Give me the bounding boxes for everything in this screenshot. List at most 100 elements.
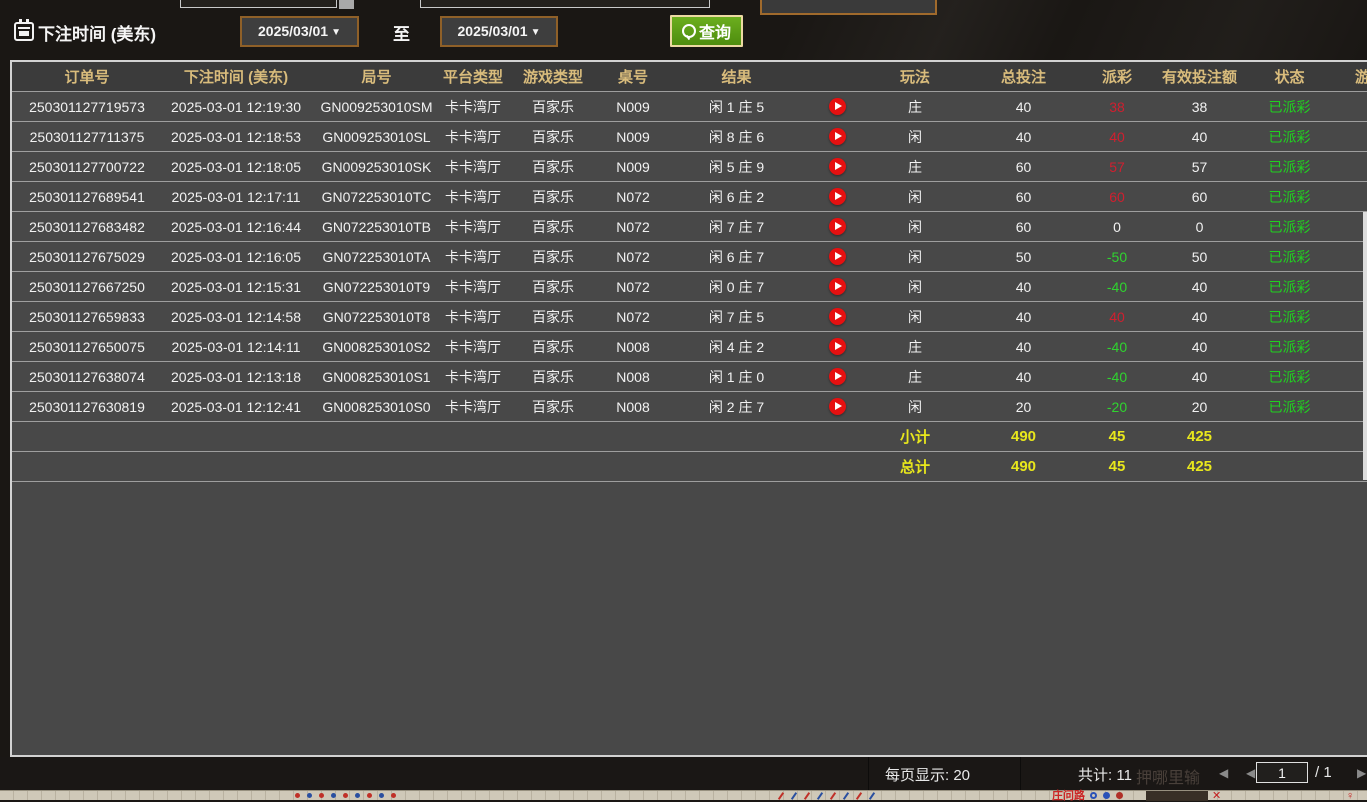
replay-icon[interactable] (829, 128, 846, 145)
next-page-icon[interactable]: ▶ (1357, 766, 1366, 780)
cell-result: 闲 7 庄 7 (663, 212, 810, 242)
ghost-background-text: 押哪里输 (1136, 764, 1200, 788)
cell-playtype: 庄 (865, 92, 965, 122)
cell-status: 已派彩 (1247, 272, 1332, 302)
cell-game-type: 百家乐 (503, 332, 603, 362)
cell-total-bet: 40 (965, 122, 1082, 152)
table-row: 250301127683482 2025-03-01 12:16:44 GN07… (12, 212, 1367, 242)
cell-playtype: 庄 (865, 152, 965, 182)
replay-icon[interactable] (829, 158, 846, 175)
table-row: 250301127689541 2025-03-01 12:17:11 GN07… (12, 182, 1367, 212)
col-header-replay (810, 62, 865, 92)
cell-result: 闲 1 庄 5 (663, 92, 810, 122)
page-size-label: 每页显示: 20 (885, 764, 970, 785)
cell-platform: 卡卡湾厅 (443, 362, 503, 392)
cell-total-bet: 60 (965, 212, 1082, 242)
replay-icon[interactable] (829, 308, 846, 325)
replay-icon[interactable] (829, 248, 846, 265)
cell-platform: 卡卡湾厅 (443, 332, 503, 362)
cell-time: 2025-03-01 12:16:05 (162, 242, 310, 272)
cell-result: 闲 4 庄 2 (663, 332, 810, 362)
cell-payout: -40 (1082, 362, 1152, 392)
cell-platform: 卡卡湾厅 (443, 242, 503, 272)
cell-total-bet: 20 (965, 392, 1082, 422)
cell-result: 闲 8 庄 6 (663, 122, 810, 152)
cell-result: 闲 0 庄 7 (663, 272, 810, 302)
roadmap-circle-icon (1090, 792, 1097, 799)
total-total-bet: 490 (965, 452, 1082, 482)
cell-replay (810, 92, 865, 122)
cell-valid-bet: 40 (1152, 302, 1247, 332)
cell-game: - (1332, 362, 1367, 392)
cell-valid-bet: 57 (1152, 152, 1247, 182)
cell-game-no: GN008253010S1 (310, 362, 443, 392)
cell-replay (810, 212, 865, 242)
top-cutoff-button[interactable] (339, 0, 354, 9)
cell-playtype: 庄 (865, 362, 965, 392)
cell-game: - (1332, 272, 1367, 302)
cell-order: 250301127711375 (12, 122, 162, 152)
cell-game: - (1332, 92, 1367, 122)
cell-replay (810, 122, 865, 152)
cell-status: 已派彩 (1247, 212, 1332, 242)
table-header-row: 订单号 下注时间 (美东) 局号 平台类型 游戏类型 桌号 结果 玩法 总投注 … (12, 62, 1367, 92)
roadmap-circle-icon (1116, 792, 1123, 799)
replay-icon[interactable] (829, 218, 846, 235)
cell-valid-bet: 40 (1152, 362, 1247, 392)
cell-order: 250301127659833 (12, 302, 162, 332)
col-header-result: 结果 (663, 62, 810, 92)
cell-playtype: 闲 (865, 392, 965, 422)
cell-game-type: 百家乐 (503, 212, 603, 242)
page-number-input[interactable] (1256, 762, 1308, 783)
date-from-dropdown[interactable]: 2025/03/01▼ (240, 16, 359, 47)
prev-page-icon[interactable]: ◀ (1246, 766, 1255, 780)
replay-icon[interactable] (829, 338, 846, 355)
subtotal-row: 小计 490 45 425 (12, 422, 1367, 452)
date-to-dropdown[interactable]: 2025/03/01▼ (440, 16, 558, 47)
pagination-bar: 每页显示: 20 共计: 11 押哪里输 ◀ ◀ / 1 ▶ (0, 757, 1367, 790)
cell-game: - (1332, 152, 1367, 182)
records-table: 订单号 下注时间 (美东) 局号 平台类型 游戏类型 桌号 结果 玩法 总投注 … (12, 62, 1367, 482)
cell-replay (810, 182, 865, 212)
table-row: 250301127675029 2025-03-01 12:16:05 GN07… (12, 242, 1367, 272)
cell-time: 2025-03-01 12:14:11 (162, 332, 310, 362)
search-icon (682, 24, 696, 38)
total-valid-bet: 425 (1152, 452, 1247, 482)
cell-status: 已派彩 (1247, 122, 1332, 152)
cell-payout: -40 (1082, 272, 1152, 302)
table-row: 250301127711375 2025-03-01 12:18:53 GN00… (12, 122, 1367, 152)
query-button[interactable]: 查询 (670, 15, 743, 47)
total-row: 总计 490 45 425 (12, 452, 1367, 482)
cell-table-no: N009 (603, 152, 663, 182)
cell-valid-bet: 40 (1152, 122, 1247, 152)
cell-replay (810, 302, 865, 332)
col-header-game-type: 游戏类型 (503, 62, 603, 92)
table-row: 250301127650075 2025-03-01 12:14:11 GN00… (12, 332, 1367, 362)
cell-status: 已派彩 (1247, 182, 1332, 212)
replay-icon[interactable] (829, 398, 846, 415)
cell-status: 已派彩 (1247, 392, 1332, 422)
calendar-icon (14, 22, 34, 41)
replay-icon[interactable] (829, 188, 846, 205)
cell-game: - (1332, 242, 1367, 272)
replay-icon[interactable] (829, 98, 846, 115)
cell-valid-bet: 20 (1152, 392, 1247, 422)
cell-time: 2025-03-01 12:19:30 (162, 92, 310, 122)
first-page-icon[interactable]: ◀ (1219, 766, 1228, 780)
replay-icon[interactable] (829, 278, 846, 295)
top-cutoff-input-left[interactable] (180, 0, 337, 8)
cell-replay (810, 272, 865, 302)
col-header-playtype: 玩法 (865, 62, 965, 92)
replay-icon[interactable] (829, 368, 846, 385)
top-cutoff-dropdown[interactable] (760, 0, 937, 15)
cell-status: 已派彩 (1247, 152, 1332, 182)
scrollbar-thumb[interactable] (1363, 212, 1367, 480)
subtotal-label: 小计 (865, 422, 965, 452)
top-cutoff-input-right[interactable] (420, 0, 710, 8)
cell-game-no: GN009253010SL (310, 122, 443, 152)
table-row: 250301127630819 2025-03-01 12:12:41 GN00… (12, 392, 1367, 422)
cell-order: 250301127667250 (12, 272, 162, 302)
table-row: 250301127719573 2025-03-01 12:19:30 GN00… (12, 92, 1367, 122)
cell-order: 250301127700722 (12, 152, 162, 182)
col-header-time: 下注时间 (美东) (162, 62, 310, 92)
